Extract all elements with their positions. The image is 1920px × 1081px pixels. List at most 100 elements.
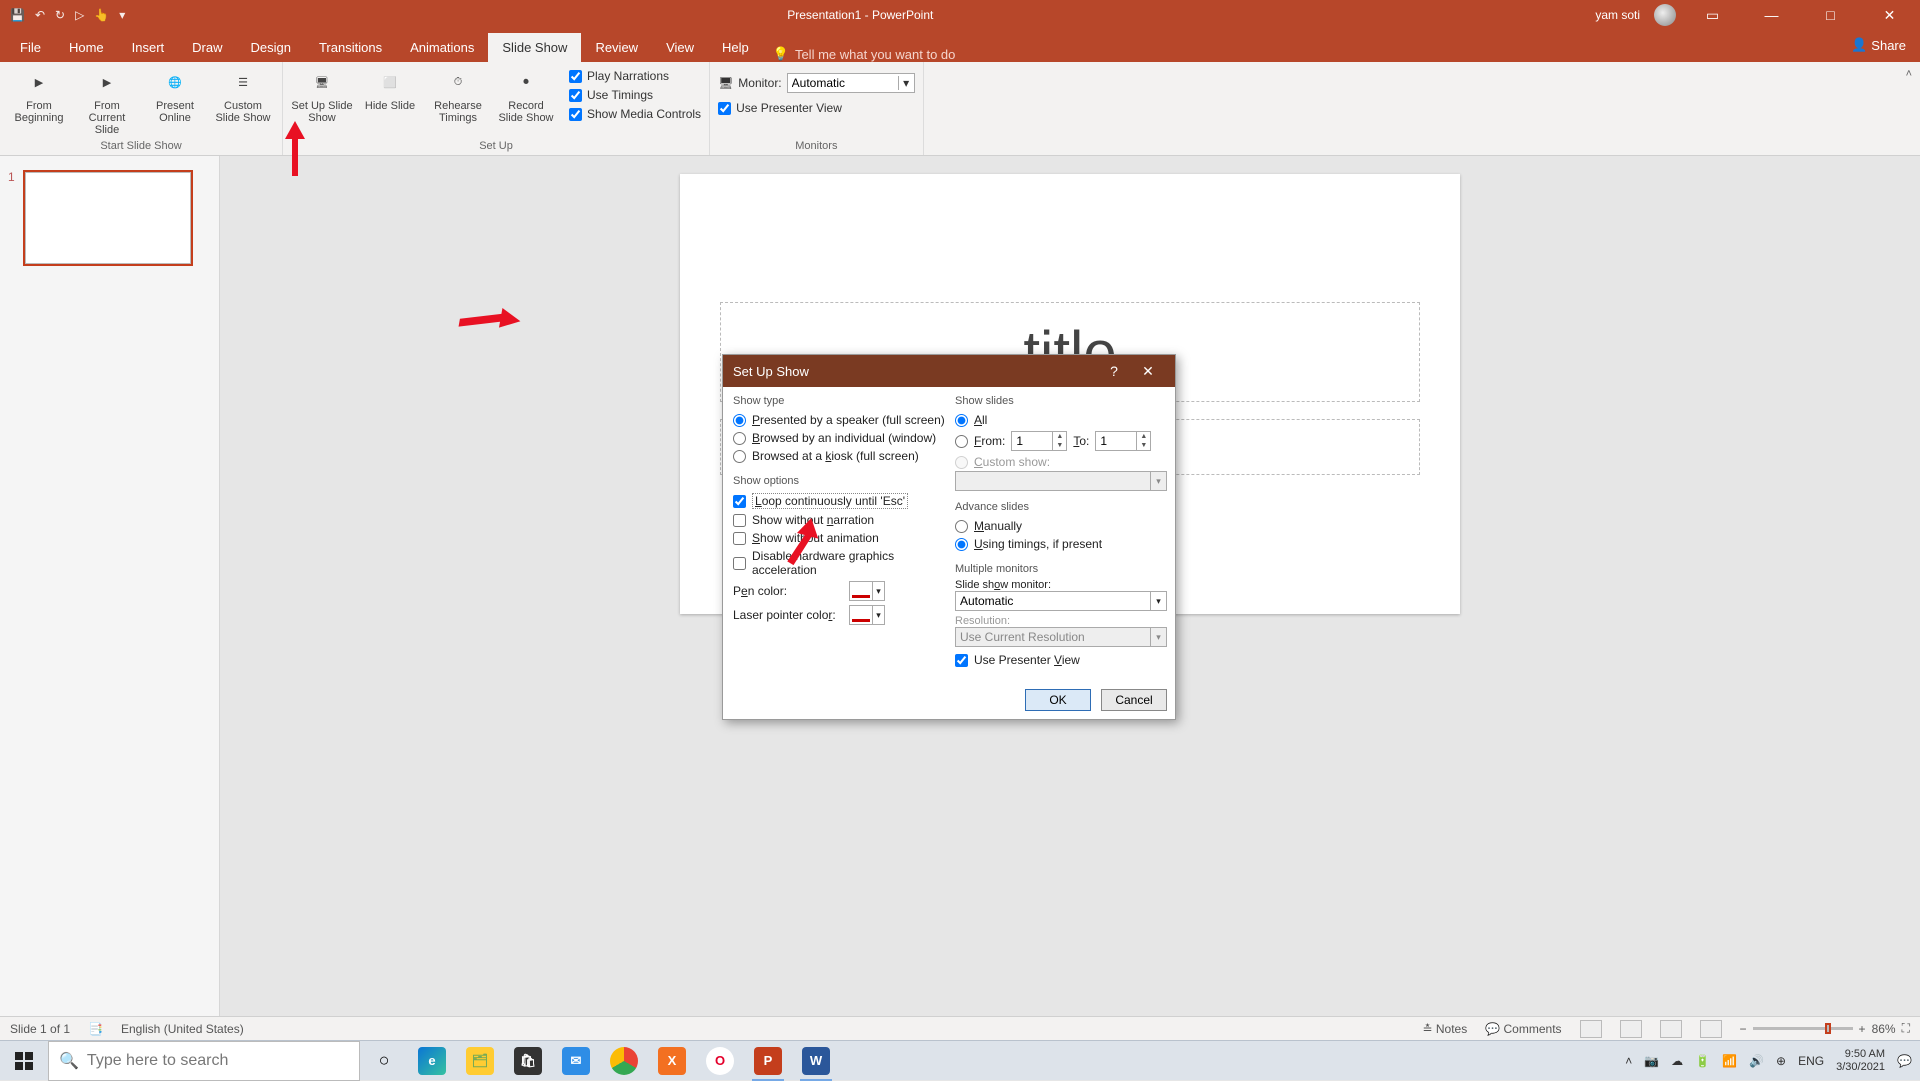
save-icon[interactable]: 💾 bbox=[10, 8, 25, 22]
comments-button[interactable]: 💬 Comments bbox=[1485, 1022, 1561, 1036]
start-button[interactable] bbox=[0, 1041, 48, 1081]
input-language[interactable]: ENG bbox=[1798, 1054, 1824, 1068]
store-icon[interactable]: 🛍 bbox=[504, 1041, 552, 1081]
slide-count[interactable]: Slide 1 of 1 bbox=[10, 1022, 70, 1036]
spellcheck-icon[interactable]: 📑 bbox=[88, 1022, 103, 1036]
tab-design[interactable]: Design bbox=[237, 33, 305, 62]
laser-color-button[interactable]: ▾ bbox=[849, 605, 885, 625]
minimize-button[interactable]: ― bbox=[1749, 7, 1794, 23]
undo-icon[interactable]: ↶ bbox=[35, 8, 45, 22]
pen-color-button[interactable]: ▾ bbox=[849, 581, 885, 601]
onedrive-icon[interactable]: ☁ bbox=[1671, 1054, 1683, 1068]
use-timings-check[interactable]: Use Timings bbox=[569, 87, 701, 103]
qat-more-icon[interactable]: ▾ bbox=[119, 8, 125, 22]
to-spin[interactable]: ▲▼ bbox=[1095, 431, 1151, 451]
slide-show-monitor-combo[interactable]: ▾ bbox=[955, 591, 1167, 611]
user-name[interactable]: yam soti bbox=[1595, 8, 1640, 22]
tray-overflow-icon[interactable]: ˄ bbox=[1625, 1054, 1632, 1068]
tab-view[interactable]: View bbox=[652, 33, 708, 62]
play-narrations-check[interactable]: Play Narrations bbox=[569, 68, 701, 84]
tab-home[interactable]: Home bbox=[55, 33, 118, 62]
ok-button[interactable]: OK bbox=[1025, 689, 1091, 711]
explorer-icon[interactable]: 🗂 bbox=[456, 1041, 504, 1081]
slide-thumbnail-pane[interactable]: 1 bbox=[0, 156, 220, 1016]
share-button[interactable]: 👤 Share bbox=[1851, 37, 1906, 53]
tab-help[interactable]: Help bbox=[708, 33, 763, 62]
timings-radio[interactable]: Using timings, if present bbox=[955, 535, 1167, 553]
clock[interactable]: 9:50 AM 3/30/2021 bbox=[1836, 1048, 1885, 1074]
rehearse-button[interactable]: ⏱Rehearse Timings bbox=[427, 66, 489, 124]
tab-review[interactable]: Review bbox=[581, 33, 652, 62]
zoom-level[interactable]: 86% bbox=[1872, 1022, 1896, 1036]
chevron-down-icon[interactable]: ▾ bbox=[898, 76, 914, 90]
touch-mode-icon[interactable]: 👆 bbox=[94, 8, 109, 22]
cortana-icon[interactable]: ○ bbox=[360, 1041, 408, 1081]
tab-file[interactable]: File bbox=[6, 33, 55, 62]
volume-icon[interactable]: 🔊 bbox=[1749, 1054, 1764, 1068]
meet-now-icon[interactable]: 📷 bbox=[1644, 1054, 1659, 1068]
dlg-presenter-view-check[interactable]: Use Presenter View bbox=[955, 651, 1167, 669]
collapse-ribbon-icon[interactable]: ˄ bbox=[1906, 68, 1912, 80]
show-media-check[interactable]: Show Media Controls bbox=[569, 106, 701, 122]
normal-view-button[interactable] bbox=[1580, 1020, 1602, 1038]
zoom-control[interactable]: − + 86% ⛶ bbox=[1740, 1021, 1910, 1036]
cancel-button[interactable]: Cancel bbox=[1101, 689, 1167, 711]
tell-me[interactable]: 💡 Tell me what you want to do bbox=[773, 46, 956, 62]
notes-button[interactable]: ≛ Notes bbox=[1422, 1022, 1467, 1036]
slideshow-view-button[interactable] bbox=[1700, 1020, 1722, 1038]
presented-radio[interactable]: Presented by a speaker (full screen) bbox=[733, 411, 945, 429]
wifi-icon[interactable]: 📶 bbox=[1722, 1054, 1737, 1068]
reading-view-button[interactable] bbox=[1660, 1020, 1682, 1038]
ribbon-display-icon[interactable]: ▭ bbox=[1690, 7, 1735, 24]
tab-animations[interactable]: Animations bbox=[396, 33, 488, 62]
user-avatar[interactable] bbox=[1654, 4, 1676, 26]
presenter-view-check[interactable]: Use Presenter View bbox=[718, 100, 915, 116]
record-button[interactable]: ⏺Record Slide Show bbox=[495, 66, 557, 124]
fit-to-window-icon[interactable]: ⛶ bbox=[1902, 1021, 1910, 1036]
battery-icon[interactable]: 🔋 bbox=[1695, 1054, 1710, 1068]
start-from-beginning-icon[interactable]: ▷ bbox=[75, 8, 84, 22]
mail-icon[interactable]: ✉ bbox=[552, 1041, 600, 1081]
language-status[interactable]: English (United States) bbox=[121, 1022, 244, 1036]
from-spin[interactable]: ▲▼ bbox=[1011, 431, 1067, 451]
setup-show-button[interactable]: 🖥Set Up Slide Show bbox=[291, 66, 353, 124]
slide-canvas[interactable]: title Set Up Show ? ✕ Show type Presente… bbox=[220, 156, 1920, 1016]
custom-show-button[interactable]: ☰Custom Slide Show bbox=[212, 66, 274, 136]
from-current-button[interactable]: ▶From Current Slide bbox=[76, 66, 138, 136]
close-button[interactable]: ✕ bbox=[1867, 7, 1912, 24]
monitor-combo[interactable]: ▾ bbox=[787, 73, 915, 93]
dialog-help-button[interactable]: ? bbox=[1097, 363, 1131, 379]
chrome-icon[interactable] bbox=[600, 1041, 648, 1081]
zoom-slider[interactable] bbox=[1753, 1027, 1853, 1030]
loop-check[interactable]: Loop continuously until 'Esc' bbox=[733, 491, 945, 511]
no-narration-check[interactable]: Show without narration bbox=[733, 511, 945, 529]
location-icon[interactable]: ⊕ bbox=[1776, 1054, 1786, 1068]
zoom-in-icon[interactable]: + bbox=[1859, 1022, 1866, 1036]
maximize-button[interactable]: □ bbox=[1808, 7, 1853, 23]
tab-insert[interactable]: Insert bbox=[118, 33, 179, 62]
edge-icon[interactable]: e bbox=[408, 1041, 456, 1081]
sorter-view-button[interactable] bbox=[1620, 1020, 1642, 1038]
dialog-close-button[interactable]: ✕ bbox=[1131, 363, 1165, 380]
disable-hw-check[interactable]: Disable hardware graphics acceleration bbox=[733, 547, 945, 579]
xampp-icon[interactable]: X bbox=[648, 1041, 696, 1081]
action-center-icon[interactable]: 💬 bbox=[1897, 1054, 1912, 1068]
present-online-button[interactable]: 🌐Present Online bbox=[144, 66, 206, 136]
slide-thumbnail-1[interactable] bbox=[23, 170, 193, 266]
opera-icon[interactable]: O bbox=[696, 1041, 744, 1081]
browsed-individual-radio[interactable]: Browsed by an individual (window) bbox=[733, 429, 945, 447]
taskbar-search[interactable]: 🔍 Type here to search bbox=[48, 1041, 360, 1081]
no-animation-check[interactable]: Show without animation bbox=[733, 529, 945, 547]
browsed-kiosk-radio[interactable]: Browsed at a kiosk (full screen) bbox=[733, 447, 945, 465]
manually-radio[interactable]: Manually bbox=[955, 517, 1167, 535]
from-beginning-button[interactable]: ▶From Beginning bbox=[8, 66, 70, 136]
powerpoint-icon[interactable]: P bbox=[744, 1041, 792, 1081]
word-icon[interactable]: W bbox=[792, 1041, 840, 1081]
zoom-out-icon[interactable]: − bbox=[1740, 1022, 1747, 1036]
all-radio[interactable]: All bbox=[955, 411, 1167, 429]
from-radio[interactable] bbox=[955, 435, 968, 448]
redo-icon[interactable]: ↻ bbox=[55, 8, 65, 22]
hide-slide-button[interactable]: ⬜Hide Slide bbox=[359, 66, 421, 124]
tab-transitions[interactable]: Transitions bbox=[305, 33, 396, 62]
tab-draw[interactable]: Draw bbox=[178, 33, 236, 62]
